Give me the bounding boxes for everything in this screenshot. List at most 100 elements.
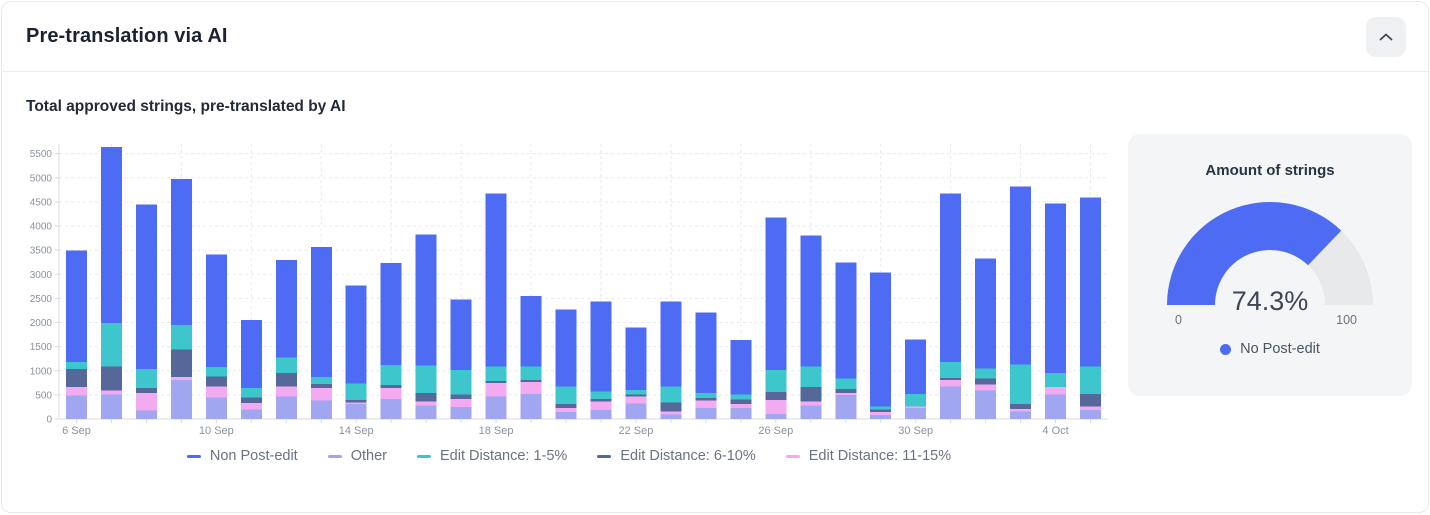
bar-segment[interactable]: [730, 403, 752, 408]
bar-segment[interactable]: [380, 398, 402, 419]
bar-segment[interactable]: [485, 383, 507, 397]
bar-segment[interactable]: [835, 378, 857, 389]
bar-segment[interactable]: [65, 362, 87, 369]
bar-segment[interactable]: [1080, 366, 1102, 394]
bar-segment[interactable]: [870, 409, 892, 412]
bar-segment[interactable]: [940, 193, 962, 363]
bar-segment[interactable]: [240, 387, 262, 398]
bar-chart-canvas[interactable]: 0 500 1000 1500 2000 2500 3000 3500 4000 4500 5000…: [26, 134, 1112, 438]
bar-segment[interactable]: [135, 368, 157, 388]
bar-segment[interactable]: [555, 412, 577, 419]
bar-segment[interactable]: [415, 234, 437, 366]
bar-segment[interactable]: [1010, 186, 1032, 365]
bar-segment[interactable]: [765, 217, 787, 370]
bar-segment[interactable]: [1010, 403, 1032, 409]
bar-segment[interactable]: [975, 258, 997, 369]
bar-segment[interactable]: [660, 402, 682, 412]
bar-segment[interactable]: [730, 407, 752, 419]
bar-segment[interactable]: [65, 368, 87, 388]
bar-segment[interactable]: [310, 247, 332, 378]
bar-segment[interactable]: [695, 392, 717, 399]
bar-segment[interactable]: [100, 147, 122, 324]
bar-segment[interactable]: [870, 411, 892, 416]
bar-segment[interactable]: [415, 365, 437, 394]
bar-segment[interactable]: [65, 387, 87, 396]
bar-segment[interactable]: [1010, 364, 1032, 404]
bar-segment[interactable]: [520, 379, 542, 383]
bar-segment[interactable]: [275, 386, 297, 397]
bar-segment[interactable]: [555, 386, 577, 404]
bar-segment[interactable]: [135, 204, 157, 369]
bar-segment[interactable]: [345, 402, 367, 405]
bar-segment[interactable]: [590, 398, 612, 402]
bar-segment[interactable]: [415, 401, 437, 406]
bar-segment[interactable]: [205, 397, 227, 419]
bar-segment[interactable]: [765, 413, 787, 419]
bar-segment[interactable]: [100, 390, 122, 395]
bar-segment[interactable]: [380, 387, 402, 399]
bar-segment[interactable]: [765, 399, 787, 414]
bar-segment[interactable]: [310, 387, 332, 401]
bar-segment[interactable]: [590, 410, 612, 419]
bar-segment[interactable]: [275, 396, 297, 419]
bar-segment[interactable]: [1045, 394, 1067, 419]
bar-segment[interactable]: [625, 394, 647, 397]
bar-segment[interactable]: [240, 319, 262, 388]
bar-segment[interactable]: [100, 394, 122, 419]
bar-segment[interactable]: [450, 398, 472, 408]
bar-segment[interactable]: [660, 386, 682, 403]
bar-segment[interactable]: [625, 396, 647, 404]
bar-segment[interactable]: [275, 373, 297, 387]
bar-segment[interactable]: [590, 391, 612, 399]
bar-segment[interactable]: [170, 325, 192, 350]
bar-segment[interactable]: [800, 401, 822, 406]
bar-segment[interactable]: [450, 407, 472, 419]
legend-item[interactable]: Other: [327, 448, 387, 464]
bar-segment[interactable]: [100, 323, 122, 367]
bar-segment[interactable]: [555, 309, 577, 387]
legend-item[interactable]: Edit Distance: 6-10%: [597, 448, 756, 464]
bar-segment[interactable]: [345, 383, 367, 400]
bar-segment[interactable]: [975, 368, 997, 379]
bar-segment[interactable]: [730, 399, 752, 404]
bar-segment[interactable]: [205, 386, 227, 398]
bar-segment[interactable]: [905, 339, 927, 394]
bar-segment[interactable]: [345, 399, 367, 403]
bar-segment[interactable]: [765, 369, 787, 393]
bar-segment[interactable]: [380, 263, 402, 365]
legend-item[interactable]: Edit Distance: 11-15%: [785, 448, 951, 464]
bar-segment[interactable]: [205, 376, 227, 387]
legend-item[interactable]: Non Post-edit: [186, 448, 298, 464]
bar-segment[interactable]: [345, 404, 367, 419]
bar-segment[interactable]: [905, 393, 927, 407]
bar-segment[interactable]: [730, 339, 752, 395]
bar-segment[interactable]: [1080, 393, 1102, 407]
bar-segment[interactable]: [835, 394, 857, 419]
bar-segment[interactable]: [100, 366, 122, 391]
bar-segment[interactable]: [1080, 406, 1102, 411]
bar-segment[interactable]: [65, 395, 87, 419]
bar-segment[interactable]: [520, 393, 542, 419]
bar-segment[interactable]: [905, 406, 927, 409]
bar-segment[interactable]: [870, 415, 892, 419]
bar-segment[interactable]: [1080, 410, 1102, 419]
bar-segment[interactable]: [205, 367, 227, 377]
bar-segment[interactable]: [555, 408, 577, 413]
bar-segment[interactable]: [975, 384, 997, 391]
bar-segment[interactable]: [450, 370, 472, 395]
bar-segment[interactable]: [660, 414, 682, 419]
bar-segment[interactable]: [310, 400, 332, 419]
bar-segment[interactable]: [205, 254, 227, 368]
bar-segment[interactable]: [170, 379, 192, 419]
bar-segment[interactable]: [800, 405, 822, 419]
bar-segment[interactable]: [450, 394, 472, 399]
bar-segment[interactable]: [695, 312, 717, 393]
bar-segment[interactable]: [905, 408, 927, 419]
bar-segment[interactable]: [555, 403, 577, 409]
bar-segment[interactable]: [835, 388, 857, 394]
bar-segment[interactable]: [520, 366, 542, 380]
bar-segment[interactable]: [240, 403, 262, 410]
bar-segment[interactable]: [135, 410, 157, 419]
bar-segment[interactable]: [170, 377, 192, 380]
bar-segment[interactable]: [310, 383, 332, 388]
